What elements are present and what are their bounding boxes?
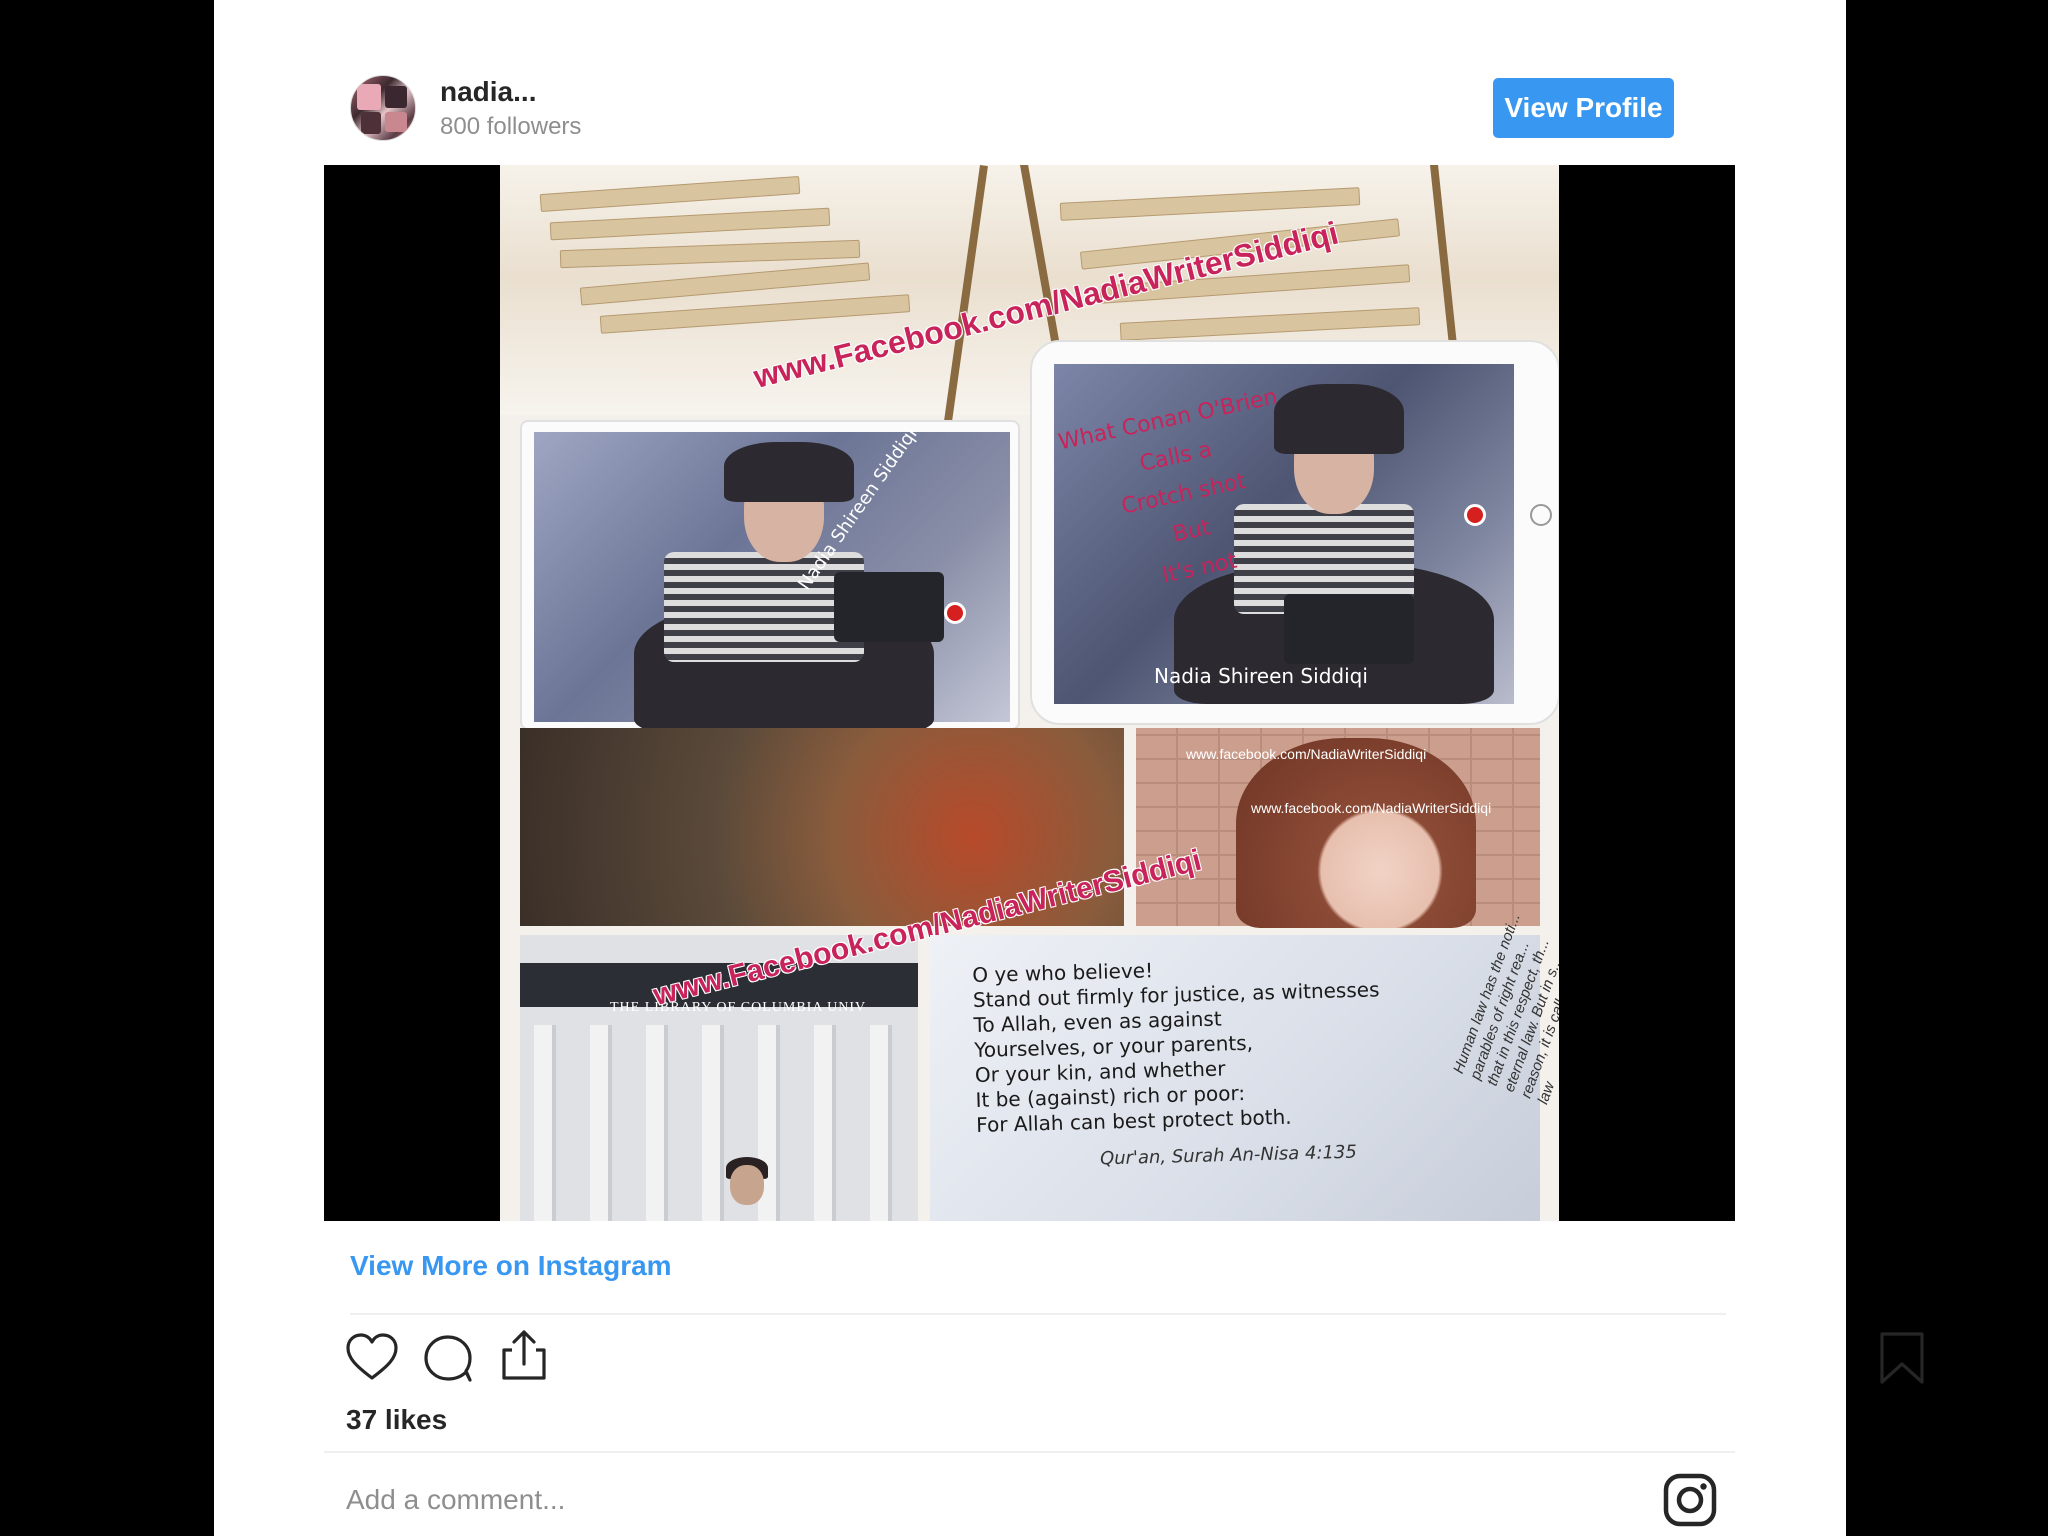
avatar[interactable]	[350, 75, 416, 141]
instagram-embed-card: nadia... 800 followers View Profile www.…	[214, 0, 1924, 1536]
library-inscription: THE LIBRARY OF COLUMBIA UNIV	[610, 1000, 867, 1015]
username[interactable]: nadia...	[440, 76, 536, 108]
tablet-left: Nadia Shireen Siddiqi	[520, 420, 1020, 732]
comment-input[interactable]	[346, 1480, 1346, 1520]
follower-count: 800 followers	[440, 113, 582, 140]
divider	[350, 1313, 1726, 1315]
watermark-small-1: www.facebook.com/NadiaWriterSiddiqi	[1186, 746, 1427, 762]
right-overlay-name: Nadia Shireen Siddiqi	[1154, 664, 1368, 688]
like-count: 37 likes	[346, 1404, 448, 1435]
share-icon	[502, 1330, 546, 1380]
comment-icon	[424, 1335, 472, 1382]
post-header: nadia... 800 followers View Profile	[214, 0, 1846, 165]
bookmark-icon	[1880, 1332, 1924, 1384]
save-button[interactable]	[1874, 1330, 1930, 1386]
quote-page: O ye who believe! Stand out firmly for j…	[930, 911, 1559, 1221]
comment-button[interactable]	[420, 1330, 476, 1386]
post-media[interactable]: www.Facebook.com/NadiaWriterSiddiqi Nadi…	[324, 165, 1735, 1221]
quote-citation: Qur'an, Surah An-Nisa 4:135	[1099, 1141, 1358, 1170]
watermark-small-2: www.facebook.com/NadiaWriterSiddiqi	[1251, 800, 1492, 816]
heart-icon	[346, 1333, 398, 1380]
collage-photo: www.Facebook.com/NadiaWriterSiddiqi Nadi…	[500, 165, 1559, 1221]
divider	[324, 1451, 1735, 1453]
instagram-logo-icon[interactable]	[1662, 1472, 1718, 1528]
share-button[interactable]	[496, 1328, 552, 1384]
like-button[interactable]	[344, 1330, 400, 1386]
quote-text: O ye who believe! Stand out firmly for j…	[972, 958, 1380, 1137]
view-more-link[interactable]: View More on Instagram	[350, 1250, 672, 1282]
selfie-photo: www.facebook.com/NadiaWriterSiddiqi www.…	[1136, 728, 1540, 928]
side-page-text: Human law has the noti... parables of ri…	[1450, 910, 1559, 1107]
view-profile-button[interactable]: View Profile	[1493, 78, 1674, 138]
